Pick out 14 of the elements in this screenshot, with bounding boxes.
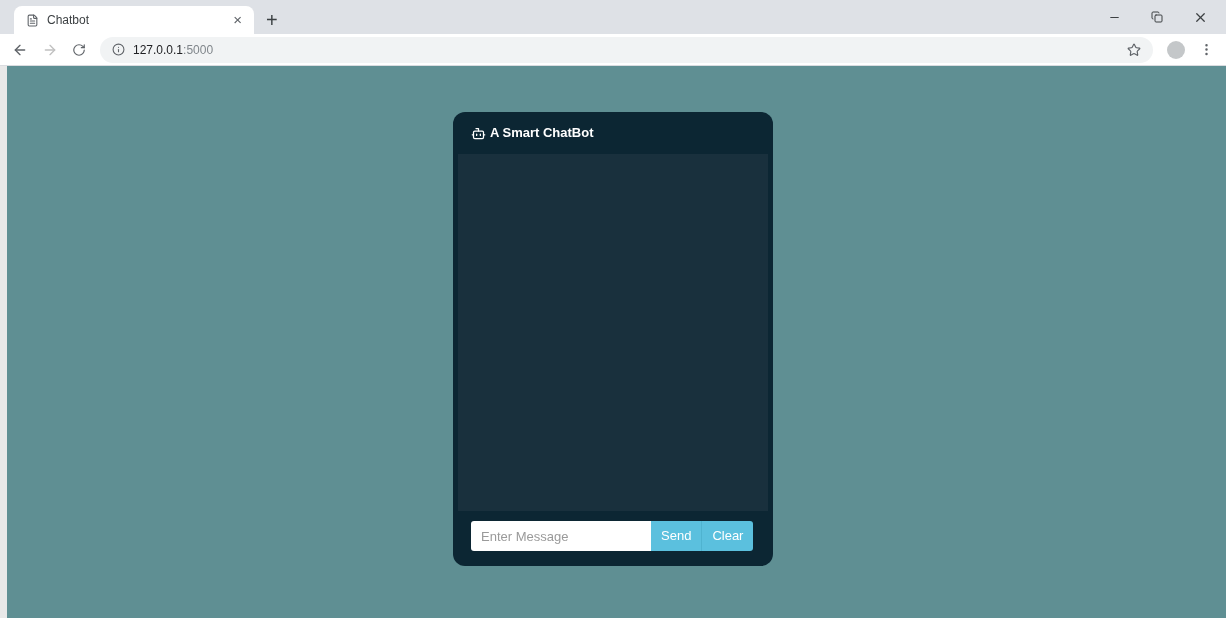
chat-title: A Smart ChatBot [490,124,594,143]
new-tab-button[interactable]: + [266,10,278,30]
message-input[interactable]: Enter Message [471,521,651,551]
robot-icon [471,125,486,141]
url-text: 127.0.0.1:5000 [133,41,214,59]
page-icon [26,13,39,27]
tab-close-button[interactable]: × [233,8,242,32]
info-icon [112,43,125,56]
reload-icon[interactable] [72,42,86,57]
browser-tab[interactable]: Chatbot × [14,6,254,34]
address-bar[interactable]: 127.0.0.1:5000 [100,36,1153,63]
restore-icon[interactable] [1151,11,1163,23]
tab-title: Chatbot [47,12,91,29]
bookmark-star-icon[interactable] [1127,42,1141,57]
